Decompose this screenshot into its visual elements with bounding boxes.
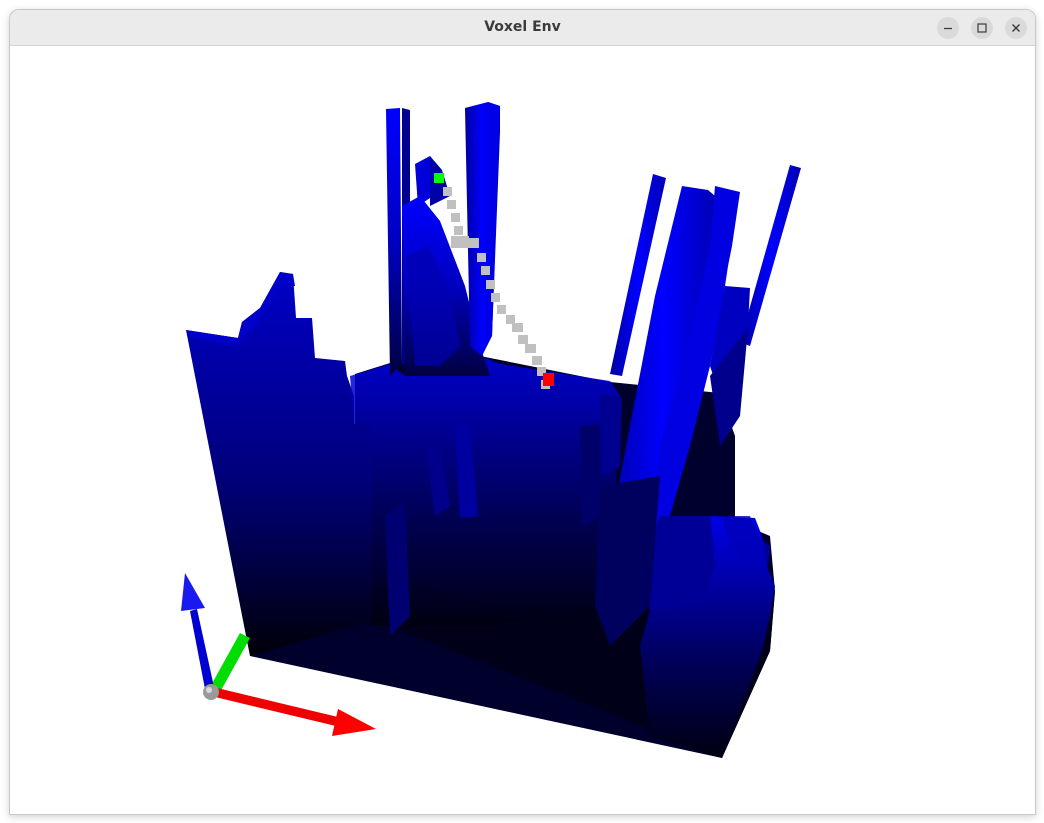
minimize-button[interactable] [937,17,959,39]
viewport-3d[interactable] [10,46,1035,814]
title-bar[interactable]: Voxel Env [10,10,1035,46]
voxel-left-wall [186,272,372,656]
maximize-button[interactable] [971,17,993,39]
close-icon [1012,24,1020,32]
y-axis [209,633,250,694]
app-window: Voxel Env [9,9,1036,815]
x-axis-arrowhead [332,709,376,736]
close-button[interactable] [1005,17,1027,39]
voxel-scene [181,102,801,758]
x-axis [211,687,342,727]
start-marker [434,173,444,183]
goal-marker [543,373,554,386]
voxel-center-pillar [465,102,500,356]
z-axis [190,609,214,689]
minimize-icon [944,27,952,30]
z-axis-arrowhead [181,573,205,611]
window-title: Voxel Env [484,19,561,35]
voxel-center-block [350,356,620,636]
maximize-icon [977,23,987,33]
